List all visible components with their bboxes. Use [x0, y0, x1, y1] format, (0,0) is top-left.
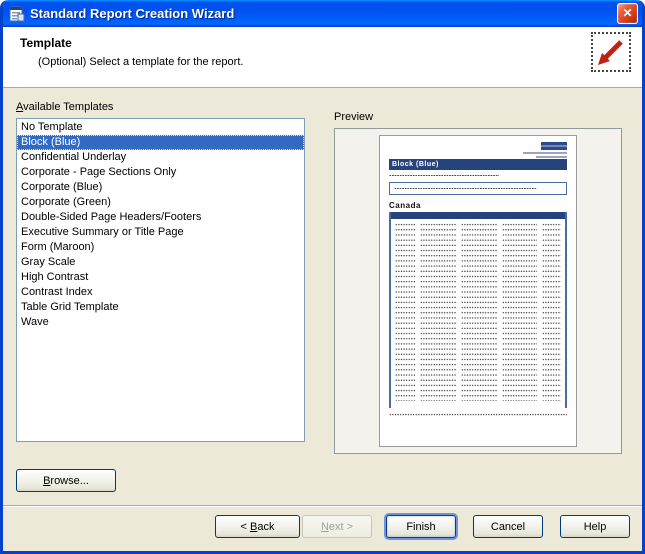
report-logo-rect [541, 142, 567, 150]
window-icon [9, 6, 25, 22]
report-text-row [389, 173, 499, 178]
next-button[interactable]: Next > [302, 515, 372, 538]
browse-button[interactable]: Browse... [16, 469, 116, 492]
step-subtitle: (Optional) Select a template for the rep… [38, 56, 642, 68]
report-table-column [461, 222, 497, 401]
help-button[interactable]: Help [560, 515, 630, 538]
templates-column: Available Templates No TemplateBlock (Bl… [16, 101, 305, 454]
title-bar: Standard Report Creation Wizard ✕ [3, 0, 642, 27]
browse-row: Browse... [3, 454, 642, 492]
template-list-item[interactable]: Double-Sided Page Headers/Footers [17, 210, 304, 225]
report-table-column [502, 222, 538, 401]
preview-panel: Block (Blue) Canada [334, 128, 622, 454]
report-logo-line [523, 152, 567, 154]
preview-column: Preview Block (Blue) Canada [334, 101, 622, 454]
template-list-item[interactable]: Gray Scale [17, 255, 304, 270]
available-templates-label: Available Templates [16, 101, 305, 113]
report-table-header [391, 212, 565, 219]
report-logo [523, 142, 567, 158]
template-list-item[interactable]: Contrast Index [17, 285, 304, 300]
report-table-column [395, 222, 415, 401]
template-list-item[interactable]: Corporate - Page Sections Only [17, 165, 304, 180]
finish-button[interactable]: Finish [386, 515, 456, 538]
template-list-item[interactable]: Confidential Underlay [17, 150, 304, 165]
report-logo-line [536, 156, 567, 158]
report-table-column [542, 222, 561, 401]
template-list-item[interactable]: Corporate (Green) [17, 195, 304, 210]
red-arrow-icon [596, 37, 626, 67]
report-text-row [394, 186, 537, 191]
report-footer-row [389, 412, 567, 416]
report-outline-box [389, 182, 567, 195]
step-title: Template [20, 36, 642, 50]
cancel-button[interactable]: Cancel [473, 515, 543, 538]
wizard-step-header: Template (Optional) Select a template fo… [3, 27, 642, 88]
template-step-icon [591, 32, 631, 72]
report-table-column [420, 222, 456, 401]
close-button[interactable]: ✕ [617, 3, 638, 24]
template-list[interactable]: No TemplateBlock (Blue)Confidential Unde… [16, 118, 305, 442]
template-list-item[interactable]: Block (Blue) [17, 135, 304, 150]
report-region-label: Canada [389, 201, 567, 210]
window-title: Standard Report Creation Wizard [30, 6, 234, 21]
template-list-item[interactable]: Corporate (Blue) [17, 180, 304, 195]
preview-label: Preview [334, 111, 622, 123]
wizard-window: Standard Report Creation Wizard ✕ Templa… [0, 0, 645, 554]
template-list-item[interactable]: No Template [17, 120, 304, 135]
template-list-item[interactable]: Form (Maroon) [17, 240, 304, 255]
wizard-nav-buttons: < Back Next > Finish Cancel Help [3, 507, 642, 538]
report-table [389, 212, 567, 408]
back-button[interactable]: < Back [215, 515, 300, 538]
template-list-item[interactable]: Executive Summary or Title Page [17, 225, 304, 240]
close-icon: ✕ [622, 6, 632, 20]
template-list-item[interactable]: Wave [17, 315, 304, 330]
main-content: Available Templates No TemplateBlock (Bl… [3, 88, 642, 454]
template-list-item[interactable]: Table Grid Template [17, 300, 304, 315]
report-title-bar: Block (Blue) [389, 159, 567, 170]
report-preview-page: Block (Blue) Canada [379, 135, 577, 447]
report-table-body [391, 219, 565, 404]
template-list-item[interactable]: High Contrast [17, 270, 304, 285]
